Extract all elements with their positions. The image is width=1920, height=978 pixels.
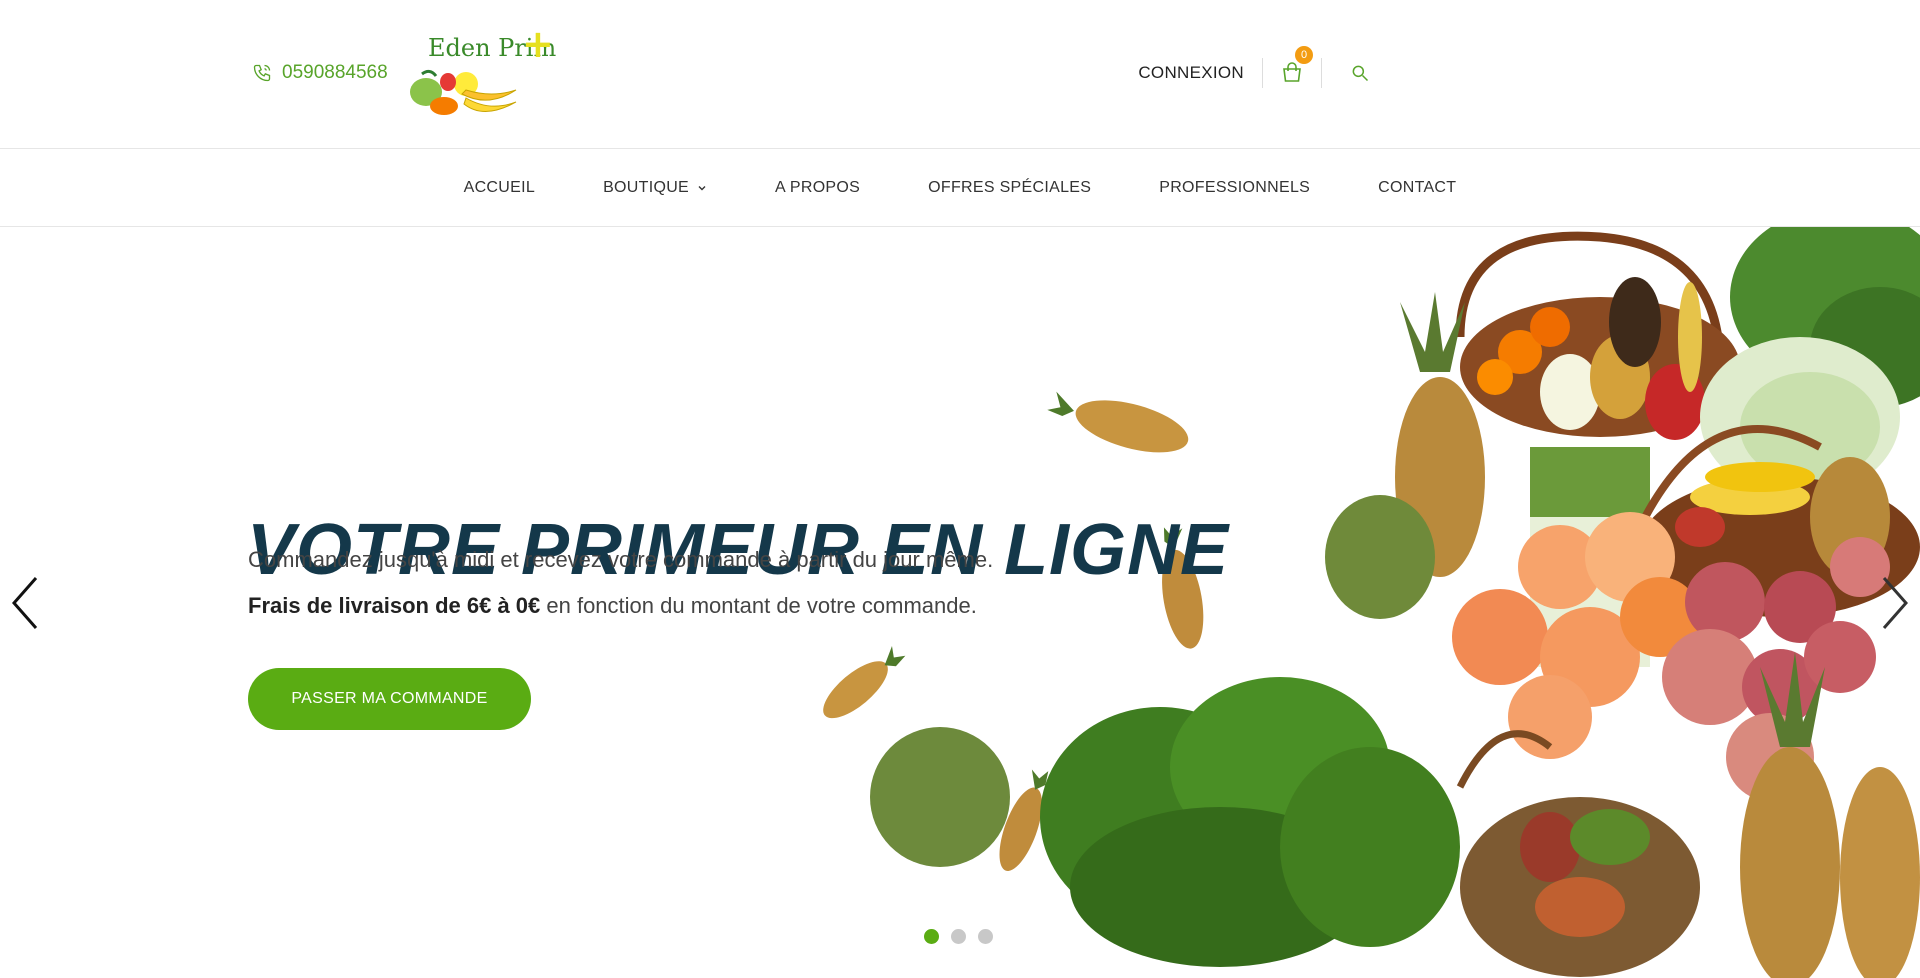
cart-icon xyxy=(1283,62,1301,82)
slider-dot-3[interactable] xyxy=(978,929,993,944)
login-link[interactable]: CONNEXION xyxy=(1138,58,1263,88)
site-logo[interactable]: Eden Prim + xyxy=(404,22,556,122)
cart-button[interactable]: 0 xyxy=(1263,46,1322,88)
slider-dot-2[interactable] xyxy=(951,929,966,944)
cart-count-badge: 0 xyxy=(1295,46,1313,64)
search-icon xyxy=(1352,65,1369,82)
nav-item-label: A PROPOS xyxy=(775,178,861,196)
hero-shipping-bold: Frais de livraison de 6€ à 0€ xyxy=(248,593,541,618)
logo-fruits-graphic xyxy=(410,69,517,115)
nav-item-label: ACCUEIL xyxy=(463,178,536,196)
search-button[interactable] xyxy=(1322,58,1370,88)
chevron-down-icon xyxy=(698,185,706,190)
hero-shipping-rest: en fonction du montant de votre commande… xyxy=(540,593,977,618)
hero-shipping-info: Frais de livraison de 6€ à 0€ en fonctio… xyxy=(248,593,977,619)
nav-item-a-propos[interactable]: A PROPOS xyxy=(741,179,894,197)
nav-item-boutique[interactable]: BOUTIQUE xyxy=(569,179,741,197)
main-navigation: ACCUEIL BOUTIQUE A PROPOS OFFRES SPÉCIAL… xyxy=(0,149,1920,227)
hero-slider: VOTRE PRIMEUR EN LIGNE Commandez jusqu'à… xyxy=(0,227,1920,978)
nav-item-label: CONTACT xyxy=(1378,178,1457,196)
floating-pineapple xyxy=(1047,391,1189,453)
order-button[interactable]: PASSER MA COMMANDE xyxy=(248,668,531,730)
phone-number: 0590884568 xyxy=(282,62,388,83)
arrow-left-icon[interactable] xyxy=(8,574,42,632)
nav-item-label: BOUTIQUE xyxy=(603,178,690,196)
header-actions: CONNEXION 0 xyxy=(1138,46,1370,88)
floating-pineapple xyxy=(823,646,906,719)
arrow-right-icon[interactable] xyxy=(1878,574,1912,632)
phone-icon xyxy=(253,64,271,82)
nav-item-label: PROFESSIONNELS xyxy=(1159,178,1311,196)
site-header: 0590884568 Eden Prim + CONNEXION 0 xyxy=(0,0,1920,149)
slider-dots xyxy=(924,929,993,944)
slider-dot-1[interactable] xyxy=(924,929,939,944)
nav-item-accueil[interactable]: ACCUEIL xyxy=(430,179,569,197)
nav-item-contact[interactable]: CONTACT xyxy=(1344,179,1490,197)
hero-subtitle: Commandez jusqu'à midi et recevez votre … xyxy=(248,547,994,572)
logo-plus: + xyxy=(522,22,554,66)
phone-link[interactable]: 0590884568 xyxy=(252,62,388,84)
nav-item-professionnels[interactable]: PROFESSIONNELS xyxy=(1125,179,1344,197)
nav-item-label: OFFRES SPÉCIALES xyxy=(928,178,1092,196)
nav-item-offres-speciales[interactable]: OFFRES SPÉCIALES xyxy=(894,179,1125,197)
